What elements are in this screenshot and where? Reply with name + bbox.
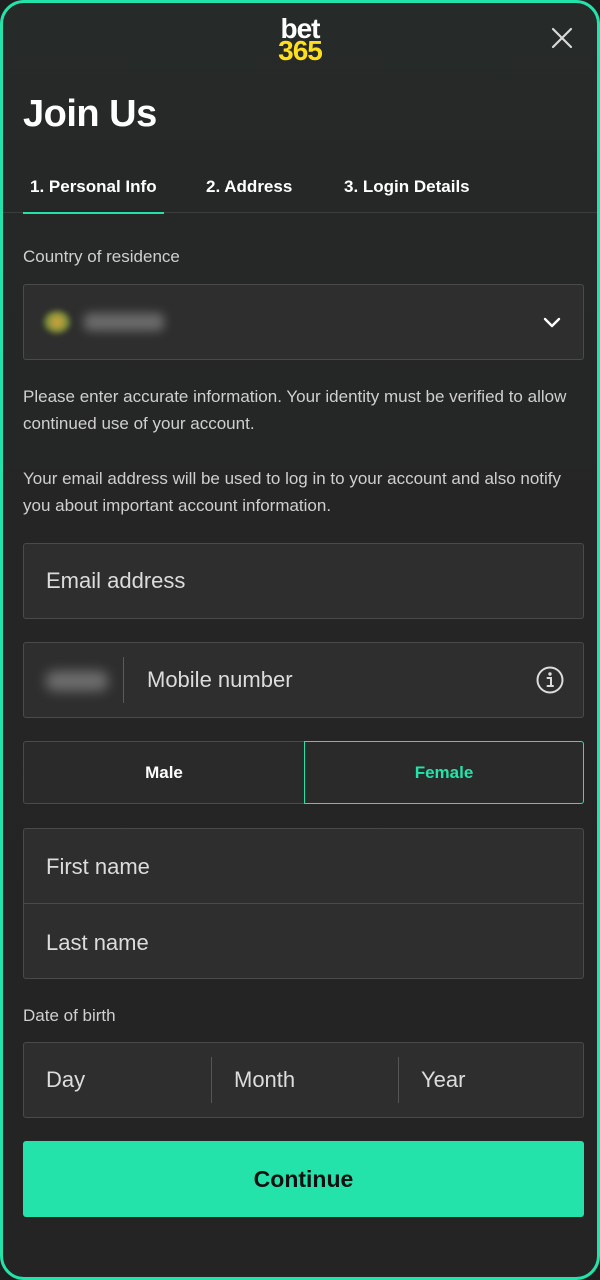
continue-button[interactable]: Continue <box>23 1141 584 1217</box>
close-icon <box>551 27 573 49</box>
country-label: Country of residence <box>23 247 180 266</box>
gender-male-button[interactable]: Male <box>23 741 304 804</box>
tab-personal-info[interactable]: 1. Personal Info <box>23 161 164 214</box>
verification-notice: Please enter accurate information. Your … <box>23 387 567 433</box>
email-placeholder: Email address <box>46 568 186 593</box>
gender-female-button[interactable]: Female <box>304 741 584 804</box>
dob-year-select[interactable]: Year <box>398 1057 584 1103</box>
email-notice: Your email address will be used to log i… <box>23 469 562 515</box>
dob-month-select[interactable]: Month <box>211 1057 398 1103</box>
page-title: Join Us <box>23 93 157 135</box>
first-name-placeholder: First name <box>46 854 150 879</box>
registration-modal: bet 365 Join Us 1. Personal Info 2. Addr… <box>0 0 600 1280</box>
tab-address[interactable]: 2. Address <box>206 161 292 213</box>
country-flag-icon <box>44 311 70 333</box>
dob-label: Date of birth <box>23 1006 116 1025</box>
dob-year-placeholder: Year <box>421 1067 466 1092</box>
first-name-field[interactable]: First name <box>24 829 583 904</box>
chevron-down-icon <box>543 317 561 328</box>
country-select[interactable] <box>23 284 584 360</box>
tab-login-details[interactable]: 3. Login Details <box>344 161 470 213</box>
close-button[interactable] <box>545 21 579 55</box>
dob-day-select[interactable]: Day <box>24 1043 211 1117</box>
country-code-redacted[interactable] <box>46 671 108 691</box>
mobile-field[interactable]: Mobile number <box>23 642 584 718</box>
gender-selector: Male Female <box>23 741 584 804</box>
last-name-field[interactable]: Last name <box>24 905 583 980</box>
mobile-divider <box>123 657 124 703</box>
dob-month-placeholder: Month <box>234 1067 296 1092</box>
name-fields: First name Last name <box>23 828 584 979</box>
dob-day-placeholder: Day <box>46 1067 86 1092</box>
country-name-redacted <box>84 313 164 331</box>
logo-text-bottom: 365 <box>278 35 323 66</box>
bet365-logo: bet 365 <box>3 15 597 65</box>
mobile-placeholder: Mobile number <box>147 667 293 692</box>
step-tabs: 1. Personal Info 2. Address 3. Login Det… <box>3 161 597 214</box>
last-name-placeholder: Last name <box>46 930 149 955</box>
email-field[interactable]: Email address <box>23 543 584 619</box>
info-icon[interactable] <box>535 665 565 695</box>
dob-field: Day Month Year <box>23 1042 584 1118</box>
